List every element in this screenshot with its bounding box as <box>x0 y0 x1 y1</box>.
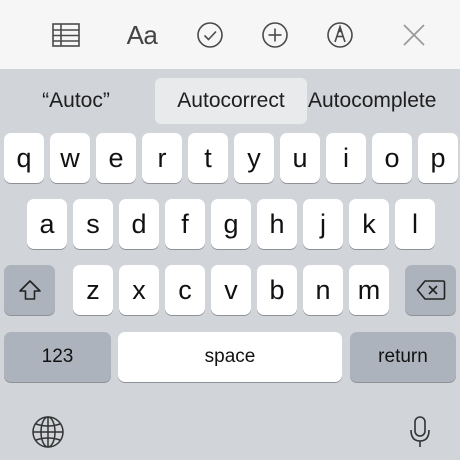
key-label: n <box>315 274 331 305</box>
key-z[interactable]: z <box>73 265 113 315</box>
numbers-key[interactable]: 123 <box>4 332 111 382</box>
key-label: b <box>269 274 285 305</box>
key-y[interactable]: y <box>234 133 274 183</box>
globe-icon <box>32 416 64 448</box>
key-label: e <box>108 142 124 173</box>
key-e[interactable]: e <box>96 133 136 183</box>
return-key-label: return <box>378 346 428 367</box>
return-key[interactable]: return <box>350 332 456 382</box>
space-key[interactable]: space <box>118 332 342 382</box>
key-j[interactable]: j <box>303 199 343 249</box>
key-label: x <box>132 274 146 305</box>
key-v[interactable]: v <box>211 265 251 315</box>
key-h[interactable]: h <box>257 199 297 249</box>
key-l[interactable]: l <box>395 199 435 249</box>
shift-key[interactable] <box>4 265 55 315</box>
key-label: v <box>224 274 238 305</box>
key-c[interactable]: c <box>165 265 205 315</box>
key-label: q <box>16 142 32 173</box>
key-label: i <box>343 142 349 173</box>
key-label: g <box>223 208 239 239</box>
key-label: a <box>39 208 55 239</box>
key-label: y <box>247 142 261 173</box>
numbers-key-label: 123 <box>41 346 74 367</box>
key-label: o <box>384 142 400 173</box>
key-o[interactable]: o <box>372 133 412 183</box>
key-g[interactable]: g <box>211 199 251 249</box>
key-b[interactable]: b <box>257 265 297 315</box>
key-label: t <box>204 142 212 173</box>
key-label: m <box>357 274 381 305</box>
key-label: l <box>412 208 418 239</box>
key-m[interactable]: m <box>349 265 389 315</box>
keyboard: q w e r t y u i o p a s d f g h j k l z … <box>0 0 460 460</box>
shift-icon <box>18 280 41 300</box>
key-q[interactable]: q <box>4 133 44 183</box>
backspace-icon <box>416 280 445 300</box>
key-n[interactable]: n <box>303 265 343 315</box>
key-u[interactable]: u <box>280 133 320 183</box>
key-label: u <box>292 142 308 173</box>
key-a[interactable]: a <box>27 199 67 249</box>
key-x[interactable]: x <box>119 265 159 315</box>
key-label: h <box>269 208 285 239</box>
key-label: j <box>320 208 326 239</box>
key-p[interactable]: p <box>418 133 458 183</box>
key-f[interactable]: f <box>165 199 205 249</box>
key-d[interactable]: d <box>119 199 159 249</box>
key-label: p <box>430 142 446 173</box>
key-label: w <box>60 142 80 173</box>
key-i[interactable]: i <box>326 133 366 183</box>
key-label: k <box>362 208 376 239</box>
key-label: c <box>178 274 192 305</box>
key-w[interactable]: w <box>50 133 90 183</box>
key-s[interactable]: s <box>73 199 113 249</box>
key-k[interactable]: k <box>349 199 389 249</box>
microphone-icon <box>410 416 430 447</box>
key-t[interactable]: t <box>188 133 228 183</box>
key-label: z <box>86 274 100 305</box>
key-r[interactable]: r <box>142 133 182 183</box>
key-label: r <box>157 142 167 173</box>
delete-key[interactable] <box>405 265 456 315</box>
key-label: f <box>181 208 189 239</box>
globe-button[interactable] <box>28 412 68 452</box>
key-label: d <box>131 208 147 239</box>
key-label: s <box>86 208 100 239</box>
dictation-button[interactable] <box>400 412 440 452</box>
space-key-label: space <box>204 346 256 367</box>
